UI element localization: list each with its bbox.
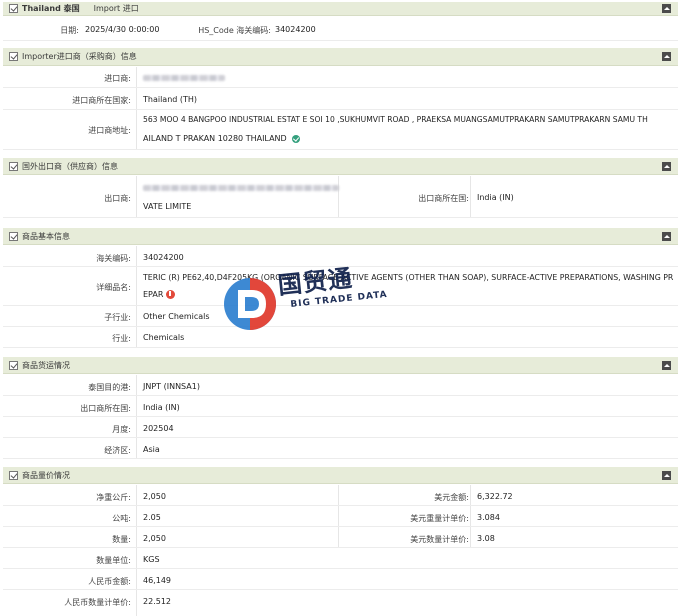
- header-direction: Import 进口: [93, 4, 139, 13]
- header-info-row: 日期: 2025/4/30 0:00:00 HS_Code 海关编码: 3402…: [3, 17, 678, 41]
- product-section-header: 商品基本信息: [3, 228, 678, 245]
- usd-amount-label: 美元金额:: [434, 493, 469, 502]
- shipping-section-header: 商品货运情况: [3, 357, 678, 374]
- region-row: 经济区: Asia: [3, 438, 678, 459]
- net-kg-label: 净重公斤:: [96, 493, 131, 502]
- collapse-icon[interactable]: [662, 4, 671, 13]
- importer-address-line2-wrap: AILAND T PRAKAN 10280 THAILAND: [143, 134, 300, 143]
- port-label: 泰国目的港:: [88, 383, 131, 392]
- product-hs-value: 34024200: [143, 253, 184, 262]
- region-label: 经济区:: [104, 446, 131, 455]
- subindustry-label: 子行业:: [104, 313, 131, 322]
- checkbox-icon: [9, 161, 18, 171]
- info-icon[interactable]: [166, 290, 176, 299]
- collapse-icon[interactable]: [662, 360, 671, 370]
- month-row: 月度: 202504: [3, 417, 678, 438]
- price-row-4: 数量单位: KGS: [3, 548, 678, 569]
- price-row-2: 公吨: 2.05 美元重量计单价: 3.084: [3, 506, 678, 527]
- price-row-6: 人民币数量计单价: 22.512: [3, 590, 678, 611]
- usd-amount-value: 6,322.72: [477, 492, 513, 501]
- exporter-row: 出口商: VATE LIMITE 出口商所在国: India (IN): [3, 176, 678, 218]
- importer-address-line1: 563 MOO 4 BANGPOO INDUSTRIAL ESTAT E SOI…: [143, 115, 648, 124]
- rmb-amount-value: 46,149: [143, 576, 171, 585]
- usd-weight-price-value: 3.084: [477, 513, 500, 522]
- collapse-icon[interactable]: [662, 470, 671, 480]
- price-row-5: 人民币金额: 46,149: [3, 569, 678, 590]
- importer-country-row: 进口商所在国家: Thailand (TH): [3, 88, 678, 110]
- watermark-logo: 国贸通 BIG TRADE DATA: [218, 264, 418, 344]
- checkbox-icon: [9, 231, 18, 241]
- checkbox-icon: [9, 52, 18, 61]
- checkbox-icon: [9, 4, 18, 13]
- price-row-1: 净重公斤: 2,050 美元金额: 6,322.72: [3, 485, 678, 506]
- verified-icon[interactable]: [291, 134, 300, 143]
- date-value: 2025/4/30 0:00:00: [85, 25, 160, 34]
- hs-code-value: 34024200: [275, 25, 316, 34]
- exporter-country-value: India (IN): [477, 193, 514, 202]
- collapse-icon[interactable]: [662, 231, 671, 241]
- hs-code-label: HS_Code 海关编码:: [198, 26, 271, 35]
- checkbox-icon: [9, 470, 18, 480]
- exporter-section-title: 国外出口商（供应商）信息: [22, 161, 118, 171]
- shipping-section-title: 商品货运情况: [22, 360, 70, 370]
- rmb-amount-label: 人民币金额:: [88, 577, 131, 586]
- subindustry-value: Other Chemicals: [143, 312, 210, 321]
- product-desc-label: 详细品名:: [96, 283, 131, 292]
- industry-value: Chemicals: [143, 333, 185, 342]
- price-section-header: 商品量价情况: [3, 467, 678, 484]
- ton-label: 公吨:: [112, 514, 131, 523]
- product-section-title: 商品基本信息: [22, 231, 70, 241]
- importer-address-row: 进口商地址: 563 MOO 4 BANGPOO INDUSTRIAL ESTA…: [3, 110, 678, 150]
- price-row-3: 数量: 2,050 美元数量计单价: 3.08: [3, 527, 678, 548]
- usd-qty-price-label: 美元数量计单价:: [410, 535, 469, 544]
- net-kg-value: 2,050: [143, 492, 166, 501]
- product-hs-label: 海关编码:: [96, 254, 131, 263]
- rmb-qty-price-value: 22.512: [143, 597, 171, 606]
- exporter-country-label: 出口商所在国:: [418, 194, 469, 203]
- importer-country-label: 进口商所在国家:: [72, 96, 131, 105]
- qty-value: 2,050: [143, 534, 166, 543]
- checkbox-icon: [9, 360, 18, 370]
- importer-address-label: 进口商地址:: [88, 126, 131, 135]
- qty-label: 数量:: [112, 535, 131, 544]
- unit-value: KGS: [143, 555, 160, 564]
- importer-name-redacted: [143, 75, 225, 81]
- header-country: Thailand 泰国: [22, 4, 80, 13]
- month-label: 月度:: [112, 425, 131, 434]
- month-value: 202504: [143, 424, 174, 433]
- exporter-name-redacted: [143, 185, 339, 191]
- importer-country-value: Thailand (TH): [143, 95, 198, 104]
- importer-address-line2: AILAND T PRAKAN 10280 THAILAND: [143, 134, 287, 143]
- region-value: Asia: [143, 445, 160, 454]
- ton-value: 2.05: [143, 513, 161, 522]
- exporter-section-header: 国外出口商（供应商）信息: [3, 158, 678, 175]
- importer-name-label: 进口商:: [104, 74, 131, 83]
- port-row: 泰国目的港: JNPT (INNSA1): [3, 375, 678, 396]
- product-desc-line2-wrap: EPAR: [143, 290, 176, 299]
- usd-qty-price-value: 3.08: [477, 534, 495, 543]
- exporter-name-label: 出口商:: [104, 194, 131, 203]
- brand-logo-icon: [224, 278, 276, 330]
- collapse-icon[interactable]: [662, 161, 671, 171]
- port-value: JNPT (INNSA1): [143, 382, 200, 391]
- collapse-icon[interactable]: [662, 52, 671, 61]
- date-label: 日期:: [60, 26, 79, 35]
- importer-section-header: Importer进口商（采购商）信息: [3, 48, 678, 66]
- header-bar: Thailand 泰国 Import 进口: [3, 2, 678, 16]
- importer-name-row: 进口商:: [3, 67, 678, 88]
- importer-section-title: Importer进口商（采购商）信息: [22, 52, 137, 61]
- origin-row: 出口商所在国: India (IN): [3, 396, 678, 417]
- unit-label: 数量单位:: [96, 556, 131, 565]
- industry-label: 行业:: [112, 334, 131, 343]
- usd-weight-price-label: 美元重量计单价:: [410, 514, 469, 523]
- price-section-title: 商品量价情况: [22, 470, 70, 480]
- exporter-name-tail: VATE LIMITE: [143, 202, 192, 211]
- product-desc-line2: EPAR: [143, 290, 164, 299]
- origin-value: India (IN): [143, 403, 180, 412]
- origin-label: 出口商所在国:: [80, 404, 131, 413]
- rmb-qty-price-label: 人民币数量计单价:: [64, 598, 131, 607]
